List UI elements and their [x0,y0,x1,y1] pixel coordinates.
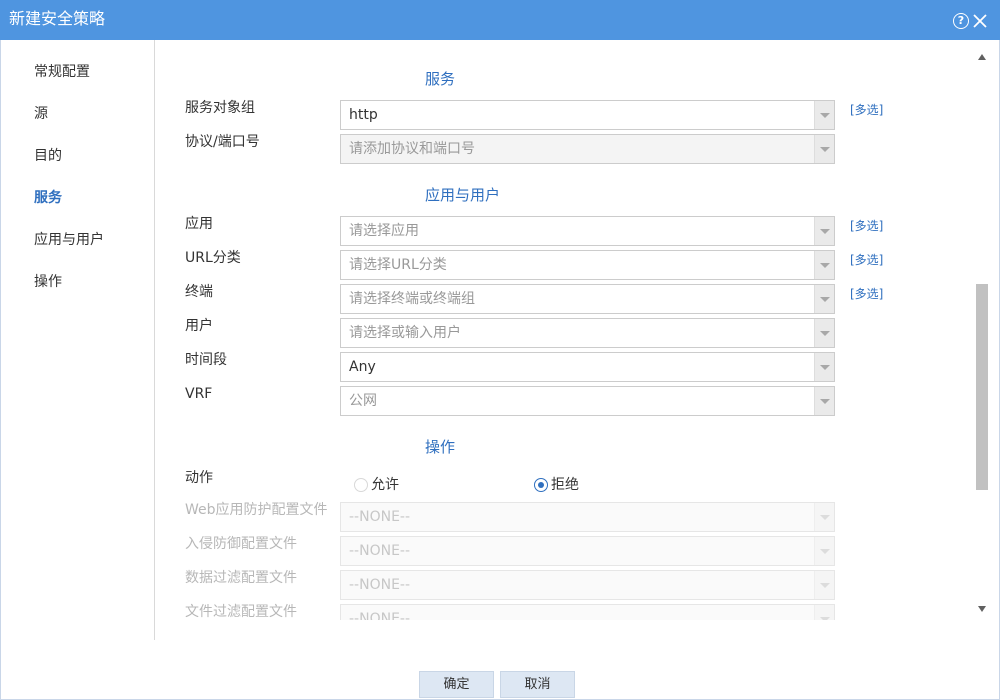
cancel-button[interactable]: 取消 [500,671,575,698]
url-category-multiselect-link[interactable]: [多选] [850,252,883,268]
time-range-value: Any [349,359,376,375]
radio-checked-icon [534,478,548,492]
application-multiselect-link[interactable]: [多选] [850,218,883,234]
terminal-multiselect-link[interactable]: [多选] [850,286,883,302]
data-filter-profile-value: --NONE-- [349,577,411,593]
url-category-label: URL分类 [185,250,241,266]
time-range-label: 时间段 [185,352,227,368]
scroll-down-icon[interactable] [978,606,986,612]
section-title-service: 服务 [425,70,456,88]
vertical-scrollbar[interactable] [974,48,990,620]
waf-profile-label: Web应用防护配置文件 [185,502,328,518]
sidebar-nav: 常规配置 源 目的 服务 应用与用户 操作 [0,40,155,640]
form-content: 服务 服务对象组 http [多选] 协议/端口号 请添加协议和端口号 应用与用… [156,40,974,620]
file-filter-profile-select[interactable]: --NONE-- [340,604,835,620]
scroll-up-icon[interactable] [978,54,986,60]
file-filter-profile-value: --NONE-- [349,611,411,620]
dialog-footer: 确定 取消 [0,640,1000,700]
terminal-label: 终端 [185,284,213,300]
sidebar-item-destination[interactable]: 目的 [34,147,62,165]
section-title-app-user: 应用与用户 [425,186,501,204]
application-label: 应用 [185,216,213,232]
sidebar-item-action[interactable]: 操作 [34,273,62,291]
ok-button[interactable]: 确定 [419,671,494,698]
protocol-port-field[interactable]: 请添加协议和端口号 [340,134,835,164]
time-range-select[interactable]: Any [340,352,835,382]
close-icon[interactable] [972,13,988,29]
window-titlebar: 新建安全策略 ? [0,0,1000,40]
service-group-select[interactable]: http [340,100,835,130]
user-select[interactable]: 请选择或输入用户 [340,318,835,348]
chevron-down-icon[interactable] [814,387,834,415]
vrf-value: 公网 [349,393,377,409]
ips-profile-label: 入侵防御配置文件 [185,536,297,552]
vrf-label: VRF [185,386,213,402]
protocol-port-label: 协议/端口号 [185,134,260,150]
chevron-down-icon[interactable] [814,217,834,245]
waf-profile-value: --NONE-- [349,509,411,525]
application-select[interactable]: 请选择应用 [340,216,835,246]
section-title-action: 操作 [425,438,456,456]
application-placeholder: 请选择应用 [349,223,419,239]
service-group-multiselect-link[interactable]: [多选] [850,102,883,118]
terminal-placeholder: 请选择终端或终端组 [349,291,475,307]
window-title: 新建安全策略 [9,9,106,28]
url-category-select[interactable]: 请选择URL分类 [340,250,835,280]
scrollbar-thumb[interactable] [976,284,988,490]
action-deny-label: 拒绝 [551,477,579,493]
ips-profile-select[interactable]: --NONE-- [340,536,835,566]
radio-unchecked-icon [354,478,368,492]
waf-profile-select[interactable]: --NONE-- [340,502,835,532]
file-filter-profile-label: 文件过滤配置文件 [185,604,297,620]
action-label: 动作 [185,470,213,486]
sidebar-item-source[interactable]: 源 [34,105,48,123]
chevron-down-icon[interactable] [814,135,834,163]
chevron-down-icon[interactable] [814,605,834,620]
user-placeholder: 请选择或输入用户 [349,325,461,341]
service-group-value: http [349,107,378,123]
sidebar-item-app-user[interactable]: 应用与用户 [34,231,104,249]
chevron-down-icon[interactable] [814,101,834,129]
chevron-down-icon[interactable] [814,251,834,279]
sidebar-item-service[interactable]: 服务 [34,189,62,207]
vrf-select[interactable]: 公网 [340,386,835,416]
service-group-label: 服务对象组 [185,100,255,116]
chevron-down-icon[interactable] [814,571,834,599]
user-label: 用户 [185,318,213,334]
chevron-down-icon[interactable] [814,537,834,565]
sidebar-item-general[interactable]: 常规配置 [34,63,90,81]
chevron-down-icon[interactable] [814,353,834,381]
help-circle-icon[interactable]: ? [953,13,969,29]
data-filter-profile-select[interactable]: --NONE-- [340,570,835,600]
data-filter-profile-label: 数据过滤配置文件 [185,570,297,586]
chevron-down-icon[interactable] [814,319,834,347]
protocol-port-placeholder: 请添加协议和端口号 [349,141,475,157]
chevron-down-icon[interactable] [814,503,834,531]
ips-profile-value: --NONE-- [349,543,411,559]
terminal-select[interactable]: 请选择终端或终端组 [340,284,835,314]
action-allow-label: 允许 [371,477,399,493]
chevron-down-icon[interactable] [814,285,834,313]
url-category-placeholder: 请选择URL分类 [349,257,447,273]
